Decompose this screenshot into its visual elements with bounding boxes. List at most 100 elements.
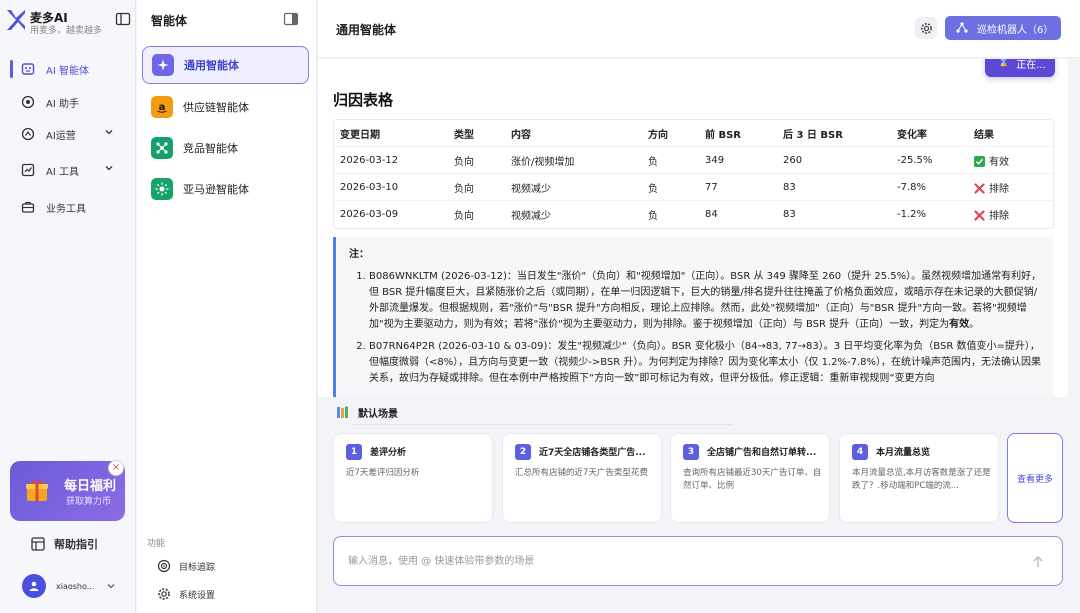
chevron-down-icon: [105, 166, 113, 171]
cell-type: 负向: [454, 156, 474, 168]
note-text: B07RN64P2R (2026-03-10 & 03-09)：发生"视频减少"…: [369, 341, 1041, 384]
nav-item-label: AI 工具: [46, 166, 79, 178]
help-guide-button[interactable]: 帮助指引: [30, 534, 120, 554]
hourglass-icon: ⌛: [998, 59, 1010, 68]
gear-icon: [158, 588, 170, 600]
agent-item-supply-chain[interactable]: a 供应链智能体: [142, 88, 309, 126]
attribution-table: 变更日期 类型 内容 方向 前 BSR 后 3 日 BSR 变化率 结果 202…: [333, 119, 1054, 229]
system-settings-link[interactable]: 系统设置: [157, 585, 297, 603]
patrol-robot-button[interactable]: 巡检机器人（6）: [945, 16, 1061, 40]
cell-result: 排除: [968, 180, 1052, 195]
target-tracking-link[interactable]: 目标追踪: [157, 557, 297, 575]
result-label: 有效: [989, 156, 1009, 168]
logo[interactable]: 麦多AI 用麦多，越卖越多: [6, 8, 132, 36]
sparkle-icon: [152, 54, 174, 76]
cell-direction: 负: [648, 156, 658, 168]
settings-button[interactable]: [915, 17, 937, 39]
target-icon: [157, 559, 171, 573]
cell-before-bsr: 77: [705, 181, 718, 193]
cell-date: 2026-03-10: [340, 181, 399, 193]
chart-icon: [20, 162, 36, 178]
scenario-card[interactable]: 3 全店铺广告和自然订单转... 查询所有店铺最近30天广告订单、自然订单、比例: [670, 433, 830, 523]
agent-label: 竞品智能体: [183, 142, 238, 155]
cross-icon: [974, 182, 985, 194]
scenario-card[interactable]: 4 本月流量总览 本月流量总览,本月访客数是涨了还是跌了？.移动端和PC端的流.…: [839, 433, 999, 523]
nav-item-ai-tools[interactable]: AI 工具: [8, 157, 128, 183]
agents-title: 智能体: [151, 14, 188, 28]
book-icon: [31, 537, 45, 551]
robot-icon: [20, 61, 36, 77]
nav-item-ai-assistant[interactable]: AI 助手: [8, 89, 128, 115]
running-status-button[interactable]: ⌛ 正在...: [985, 59, 1055, 77]
column-header: 变更日期: [340, 129, 380, 141]
chevron-down-icon: [105, 130, 113, 135]
patrol-label: 巡检机器人（6）: [977, 24, 1054, 36]
agent-item-amazon[interactable]: 亚马逊智能体: [142, 170, 309, 208]
nav-item-ai-agent[interactable]: AI 智能体: [8, 56, 128, 82]
default-scenarios-header: 默认场景: [336, 404, 398, 420]
cross-icon: [974, 210, 985, 221]
main-nav: 麦多AI 用麦多，越卖越多 AI 智能体 AI 助手 AI运营 AI 工具 业务…: [0, 0, 136, 613]
chevron-down-icon: [107, 584, 115, 589]
running-label: 正在...: [1016, 59, 1046, 71]
send-arrow-up-icon[interactable]: [1030, 554, 1046, 570]
message-input[interactable]: [348, 551, 1008, 571]
briefcase-icon: [20, 199, 36, 215]
logo-icon: [7, 10, 25, 30]
cell-type: 负向: [454, 183, 474, 195]
result-label: 排除: [989, 211, 1009, 222]
scenario-desc: 汇总所有店铺的近7天广告类型花费: [515, 468, 648, 478]
scenario-title: 全店铺广告和自然订单转...: [707, 448, 817, 458]
scenario-title: 近7天全店铺各类型广告...: [539, 448, 646, 458]
table-row: 2026-03-09 负向 视频减少 负 84 83 -1.2% 排除: [334, 201, 1053, 228]
cell-after-bsr: 260: [783, 154, 803, 166]
username: xiaosho...: [56, 581, 95, 591]
cell-type: 负向: [454, 211, 474, 222]
nav-item-business-tools[interactable]: 业务工具: [8, 194, 128, 220]
sidebar-collapse-icon[interactable]: [115, 11, 131, 27]
cell-after-bsr: 83: [783, 209, 796, 220]
gift-icon: [26, 480, 48, 501]
check-icon: [974, 155, 985, 167]
table-row: 2026-03-12 负向 涨价/视频增加 负 349 260 -25.5% 有…: [334, 147, 1053, 174]
nav-item-label: AI 智能体: [46, 65, 89, 77]
function-section-label: 功能: [147, 539, 166, 549]
column-header: 类型: [454, 129, 474, 141]
section-title: 归因表格: [333, 91, 394, 109]
column-header: 内容: [511, 129, 531, 141]
cell-content: 视频减少: [511, 211, 551, 222]
note-text-end: 。: [969, 319, 980, 330]
nav-item-ai-operations[interactable]: AI运营: [8, 121, 128, 147]
panel-toggle-icon[interactable]: [283, 11, 299, 27]
column-header: 变化率: [897, 129, 927, 141]
cell-date: 2026-03-12: [340, 154, 399, 166]
divider: [352, 424, 732, 425]
agent-item-competitor[interactable]: 竞品智能体: [142, 129, 309, 167]
agent-item-general[interactable]: 通用智能体: [142, 46, 309, 84]
scenario-desc: 近7天差评归因分析: [346, 468, 420, 478]
column-header: 前 BSR: [705, 129, 742, 141]
agents-panel: 智能体 通用智能体 a 供应链智能体 竞品智能体 亚马逊智能体 功能 目标追踪 …: [137, 0, 317, 613]
scenario-title: 差评分析: [370, 448, 407, 458]
network-icon: [956, 22, 968, 33]
column-header: 方向: [648, 129, 668, 141]
scenario-card[interactable]: 1 差评分析 近7天差评归因分析: [333, 433, 493, 523]
cell-after-bsr: 83: [783, 181, 796, 193]
promo-close-button[interactable]: ×: [108, 460, 124, 476]
agent-label: 通用智能体: [184, 59, 239, 72]
view-more-button[interactable]: 查看更多: [1007, 433, 1063, 523]
scenario-card[interactable]: 2 近7天全店铺各类型广告... 汇总所有店铺的近7天广告类型花费: [502, 433, 662, 523]
chat-content[interactable]: ⌛ 正在... 归因表格 变更日期 类型 内容 方向 前 BSR 后 3 日 B…: [318, 59, 1068, 397]
cell-before-bsr: 84: [705, 209, 718, 220]
main-area: 通用智能体 巡检机器人（6） ⌛ 正在... 归因表格 变更日期 类型 内容 方…: [318, 0, 1080, 613]
note-bold-verdict: 有效: [949, 319, 970, 330]
scenario-title: 本月流量总览: [876, 448, 931, 458]
agent-label: 亚马逊智能体: [183, 183, 249, 196]
cell-rate: -7.8%: [897, 181, 927, 193]
column-header: 结果: [974, 129, 994, 141]
table-row: 2026-03-10 负向 视频减少 负 77 83 -7.8% 排除: [334, 174, 1053, 201]
operations-icon: [20, 126, 36, 142]
promo-title: 每日福利: [64, 479, 117, 494]
user-menu[interactable]: xiaosho...: [22, 574, 122, 598]
scenario-number: 2: [515, 444, 531, 460]
